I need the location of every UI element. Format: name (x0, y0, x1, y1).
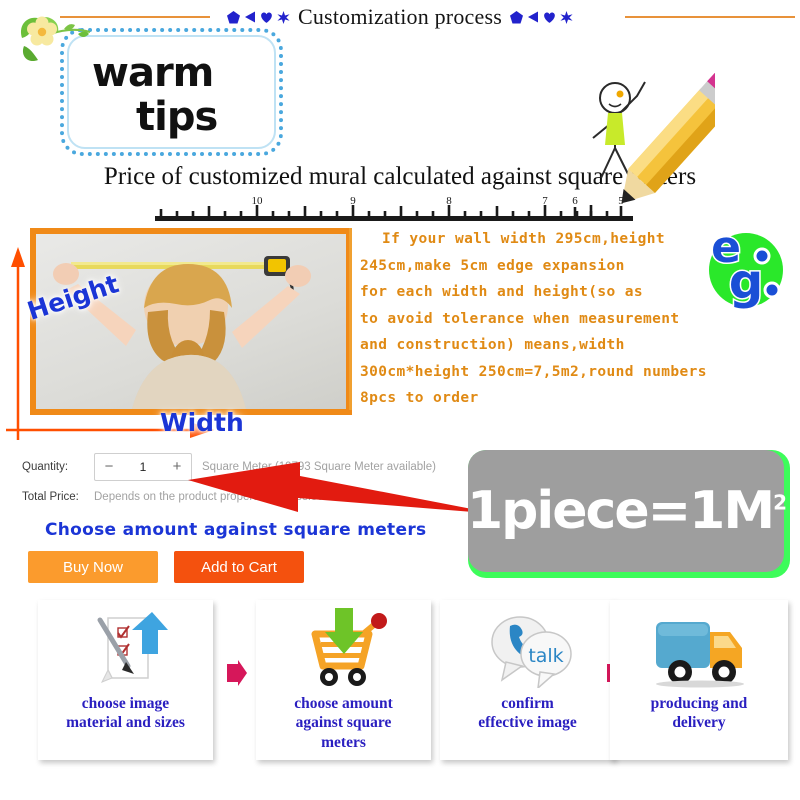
pentagon-icon (510, 10, 523, 23)
header-decoration-right (510, 10, 573, 24)
warm-tips-line1: warm (92, 50, 214, 96)
step-card-choose-image[interactable]: choose image material and sizes (38, 600, 213, 760)
add-to-cart-button[interactable]: Add to Cart (174, 551, 304, 583)
description-text-block: If your wall width 295cm,height 245cm,ma… (360, 232, 720, 418)
quantity-label: Quantity: (22, 461, 69, 473)
svg-text:talk: talk (528, 645, 563, 667)
pencil-with-stick-figure-icon (592, 72, 715, 204)
delivery-truck-icon (610, 600, 788, 688)
ruler-tick-label: 7 (542, 196, 548, 207)
photo-width-label: Width (160, 408, 244, 437)
description-line: 245cm,make 5cm edge expansion (360, 257, 625, 274)
heart-icon (544, 12, 555, 23)
process-steps: choose image material and sizes choose am… (0, 600, 800, 765)
quantity-input[interactable]: 1 (123, 460, 163, 474)
ruler-tick-label: 9 (350, 196, 356, 207)
buy-now-button[interactable]: Buy Now (28, 551, 158, 583)
shopping-cart-download-icon (256, 600, 431, 688)
step-caption: confirm effective image (478, 695, 577, 732)
warm-tips-line2: tips (136, 94, 218, 140)
description-line: and construction) means,width (360, 337, 625, 353)
ruler-graphic: 10 9 8 7 (155, 196, 595, 221)
step-caption: producing and delivery (650, 695, 748, 732)
step-arrow-icon (227, 660, 247, 686)
step-caption: choose image material and sizes (66, 695, 185, 732)
talk-bubbles-icon: talk (440, 600, 615, 688)
four-point-star-icon (277, 10, 290, 24)
piece-badge-text: 1piece=1M2 (467, 481, 787, 541)
step-card-confirm-image[interactable]: talk confirm effective image (440, 600, 615, 760)
step-card-choose-amount[interactable]: choose amount against square meters (256, 600, 431, 760)
piece-badge-superscript: 2 (773, 490, 787, 515)
description-accent-bar (349, 228, 352, 410)
ruler-tick-label: 10 (252, 196, 264, 207)
customization-process-page: Customization process warm tips Price of… (0, 0, 800, 800)
total-price-label: Total Price: (22, 491, 79, 503)
step-card-producing-delivery[interactable]: producing and delivery (610, 600, 788, 760)
eg-badge-icon: e g (709, 222, 783, 310)
flower-decoration-icon (20, 16, 91, 62)
description-line: 8pcs to order (360, 390, 479, 406)
four-point-star-icon (560, 10, 573, 24)
description-line: If your wall width 295cm,height (382, 231, 666, 247)
quantity-stepper[interactable]: − 1 + (94, 453, 192, 481)
ruler-tick-label: 8 (446, 196, 452, 207)
pentagon-icon (226, 10, 240, 23)
order-buttons: Buy Now Add to Cart (28, 551, 304, 583)
triangle-icon (244, 11, 255, 23)
document-checklist-icon (38, 600, 213, 688)
quantity-decrease-button[interactable]: − (95, 455, 123, 479)
step-caption: choose amount against square meters (294, 695, 393, 751)
heart-icon (261, 12, 272, 23)
one-piece-equals-one-square-meter-badge: 1piece=1M2 (467, 450, 790, 578)
triangle-icon (528, 11, 538, 23)
description-line: to avoid tolerance when measurement (360, 310, 680, 327)
header-decoration-left (226, 10, 290, 24)
red-pointer-arrow-icon (188, 462, 498, 514)
description-line: 300cm*height 250cm=7,5m2,round numbers (360, 363, 707, 380)
page-title: Customization process (297, 4, 502, 29)
description-line: for each width and height(so as (360, 284, 644, 300)
